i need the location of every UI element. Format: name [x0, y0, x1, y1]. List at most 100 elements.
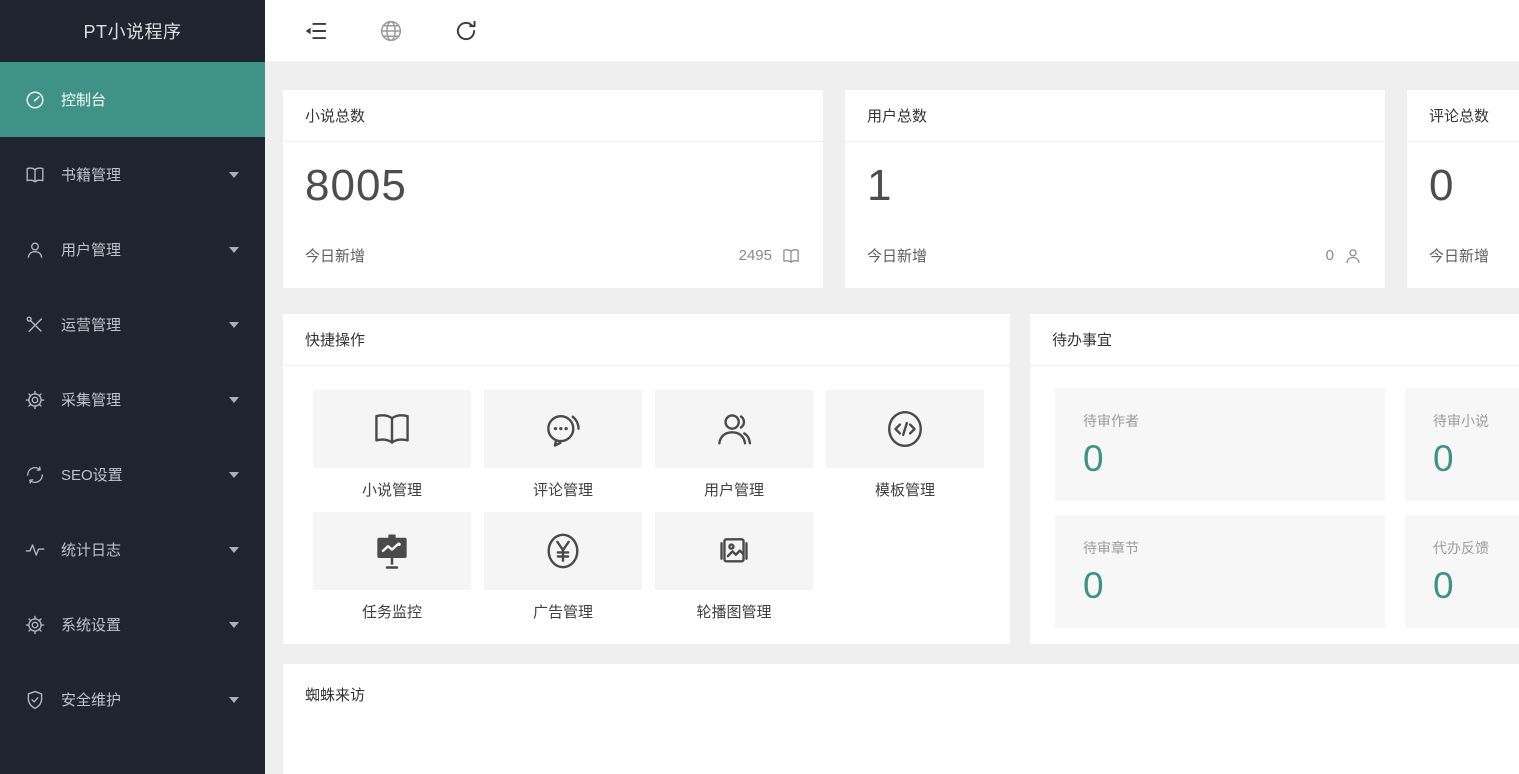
todo-label: 待审章节	[1083, 538, 1357, 558]
sidebar-item-system[interactable]: 系统设置	[0, 587, 265, 662]
pulse-icon	[24, 539, 46, 561]
sidebar-item-label: 安全维护	[61, 689, 121, 710]
sidebar-item-operations[interactable]: 运营管理	[0, 287, 265, 362]
app-title: PT小说程序	[0, 0, 265, 62]
main-content: 小说总数 8005 今日新增 2495 用户总数 1 今	[265, 62, 1519, 774]
refresh-icon[interactable]	[453, 18, 479, 44]
today-new-label: 今日新增	[867, 245, 927, 266]
sidebar-item-stats-log[interactable]: 统计日志	[0, 512, 265, 587]
quick-action-label: 广告管理	[484, 601, 642, 622]
quick-actions-title: 快捷操作	[283, 314, 1010, 366]
todo-tile-pending-authors[interactable]: 待审作者 0	[1055, 388, 1385, 501]
sidebar-item-label: 用户管理	[61, 239, 121, 260]
book-icon	[313, 390, 471, 468]
stat-card-footer: 今日新增	[1429, 245, 1519, 266]
book-icon	[24, 164, 46, 186]
banner-image-icon	[655, 512, 813, 590]
chevron-down-icon	[229, 547, 239, 553]
chevron-down-icon	[229, 622, 239, 628]
sidebar-item-collection[interactable]: 采集管理	[0, 362, 265, 437]
sidebar-item-books[interactable]: 书籍管理	[0, 137, 265, 212]
todo-label: 代办反馈	[1433, 538, 1519, 558]
collapse-sidebar-icon[interactable]	[303, 18, 329, 44]
today-new-value: 2495	[739, 247, 772, 264]
stat-card-title: 用户总数	[845, 90, 1385, 142]
chevron-down-icon	[229, 247, 239, 253]
chevron-down-icon	[229, 397, 239, 403]
sidebar-item-label: 书籍管理	[61, 164, 121, 185]
quick-action-label: 任务监控	[313, 601, 471, 622]
todo-title: 待办事宜	[1030, 314, 1519, 366]
todo-value: 0	[1083, 440, 1357, 477]
quick-actions-card: 快捷操作 小说管理	[283, 314, 1010, 644]
stat-card-value: 1	[867, 164, 1363, 208]
gear-icon	[24, 614, 46, 636]
quick-action-label: 小说管理	[313, 479, 471, 500]
gear-icon	[24, 389, 46, 411]
today-new-label: 今日新增	[305, 245, 365, 266]
spider-visits-title: 蜘蛛来访	[283, 664, 1519, 724]
quick-action-label: 轮播图管理	[655, 601, 813, 622]
sidebar-item-label: SEO设置	[61, 464, 123, 485]
todo-grid: 待审作者 0 待审小说 0 待审章节 0 代办反馈 0	[1030, 366, 1519, 650]
seo-refresh-icon	[24, 464, 46, 486]
quick-actions-grid: 小说管理 评论管理	[283, 366, 1010, 622]
sidebar-menu: 控制台 书籍管理 用户管理	[0, 62, 265, 737]
todo-tile-pending-feedback[interactable]: 代办反馈 0	[1405, 515, 1519, 628]
sidebar-item-label: 统计日志	[61, 539, 121, 560]
quick-action-banner-manage[interactable]: 轮播图管理	[655, 512, 813, 622]
today-new-count: 0	[1326, 246, 1363, 266]
sidebar-item-label: 采集管理	[61, 389, 121, 410]
globe-icon[interactable]	[378, 18, 404, 44]
yen-ad-icon	[484, 512, 642, 590]
todo-tile-pending-novels[interactable]: 待审小说 0	[1405, 388, 1519, 501]
dashboard-icon	[24, 89, 46, 111]
shield-icon	[24, 689, 46, 711]
chevron-down-icon	[229, 472, 239, 478]
sidebar-item-label: 系统设置	[61, 614, 121, 635]
user-icon	[24, 239, 46, 261]
today-new-value: 0	[1326, 247, 1334, 264]
chevron-down-icon	[229, 697, 239, 703]
sidebar: PT小说程序 控制台 书籍管理	[0, 0, 265, 774]
stat-card-novel-total: 小说总数 8005 今日新增 2495	[283, 90, 823, 288]
chevron-down-icon	[229, 172, 239, 178]
quick-action-label: 模板管理	[826, 479, 984, 500]
code-template-icon	[826, 390, 984, 468]
middle-row: 快捷操作 小说管理	[283, 314, 1519, 644]
stats-row: 小说总数 8005 今日新增 2495 用户总数 1 今	[283, 90, 1519, 288]
todo-value: 0	[1083, 567, 1357, 604]
todo-label: 待审作者	[1083, 411, 1357, 431]
quick-action-template-manage[interactable]: 模板管理	[826, 390, 984, 500]
sidebar-item-seo[interactable]: SEO设置	[0, 437, 265, 512]
stat-card-footer: 今日新增 2495	[305, 245, 801, 266]
todo-label: 待审小说	[1433, 411, 1519, 431]
stat-card-title: 小说总数	[283, 90, 823, 142]
quick-action-ad-manage[interactable]: 广告管理	[484, 512, 642, 622]
quick-action-novel-manage[interactable]: 小说管理	[313, 390, 471, 500]
quick-action-label: 评论管理	[484, 479, 642, 500]
chevron-down-icon	[229, 322, 239, 328]
stat-card-title: 评论总数	[1407, 90, 1519, 142]
quick-action-user-manage[interactable]: 用户管理	[655, 390, 813, 500]
sidebar-item-label: 运营管理	[61, 314, 121, 335]
today-new-count: 2495	[739, 246, 801, 266]
quick-action-task-monitor[interactable]: 任务监控	[313, 512, 471, 622]
todo-tile-pending-chapters[interactable]: 待审章节 0	[1055, 515, 1385, 628]
comment-icon	[484, 390, 642, 468]
topbar	[265, 0, 1519, 62]
book-icon	[781, 246, 801, 266]
user-icon	[655, 390, 813, 468]
sidebar-item-security[interactable]: 安全维护	[0, 662, 265, 737]
sidebar-item-users[interactable]: 用户管理	[0, 212, 265, 287]
quick-action-comment-manage[interactable]: 评论管理	[484, 390, 642, 500]
user-icon	[1343, 246, 1363, 266]
tools-icon	[24, 314, 46, 336]
todo-value: 0	[1433, 567, 1519, 604]
todo-card: 待办事宜 待审作者 0 待审小说 0 待审章节 0 代办反馈 0	[1030, 314, 1519, 644]
stat-card-footer: 今日新增 0	[867, 245, 1363, 266]
sidebar-item-dashboard[interactable]: 控制台	[0, 62, 265, 137]
stat-card-value: 8005	[305, 164, 801, 208]
today-new-label: 今日新增	[1429, 245, 1489, 266]
stat-card-comment-total: 评论总数 0 今日新增	[1407, 90, 1519, 288]
